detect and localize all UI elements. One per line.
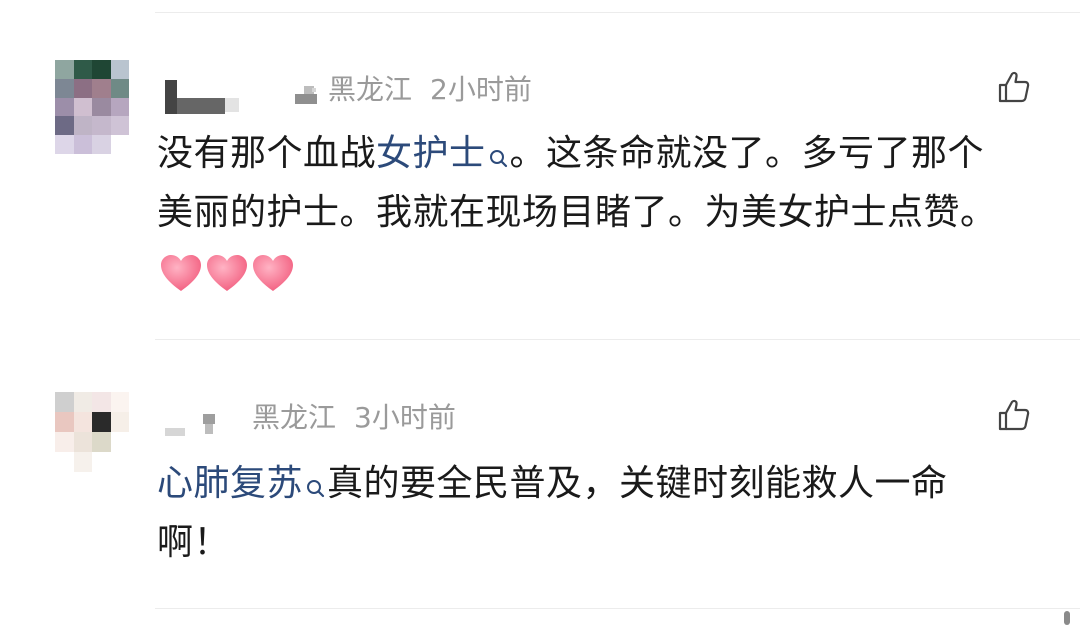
comment-text-before: 没有那个血战 bbox=[157, 133, 377, 174]
comment-meta: 黑龙江 3小时前 bbox=[252, 396, 456, 436]
search-icon[interactable] bbox=[488, 134, 510, 168]
comment-time: 2小时前 bbox=[430, 73, 532, 106]
search-icon[interactable] bbox=[305, 464, 327, 498]
username-blurred[interactable] bbox=[165, 408, 225, 438]
username-blurred[interactable] bbox=[165, 80, 245, 116]
location-tag-icon bbox=[294, 80, 317, 104]
top-divider bbox=[155, 12, 1080, 13]
scrollbar[interactable] bbox=[1064, 611, 1070, 625]
comment-time: 3小时前 bbox=[354, 401, 456, 434]
avatar[interactable] bbox=[55, 392, 129, 472]
thumbs-up-icon bbox=[998, 399, 1030, 431]
topic-link[interactable]: 女护士 bbox=[376, 133, 486, 174]
comment-location: 黑龙江 bbox=[252, 401, 337, 434]
heart-emoji bbox=[207, 255, 247, 291]
comment-text: 没有那个血战女护士 。这条命就没了。多亏了那个美丽的护士。我就在现场目睹了。为美女… bbox=[157, 124, 1017, 301]
comment-meta: 黑龙江 2小时前 bbox=[294, 68, 532, 108]
like-button[interactable] bbox=[997, 398, 1031, 432]
thumbs-up-icon bbox=[998, 71, 1030, 103]
like-button[interactable] bbox=[997, 70, 1031, 104]
topic-link[interactable]: 心肺复苏 bbox=[157, 463, 303, 504]
comment-location: 黑龙江 bbox=[328, 73, 413, 106]
comment-divider bbox=[155, 608, 1080, 609]
comment-divider bbox=[155, 339, 1080, 340]
heart-emoji-group bbox=[157, 251, 295, 292]
comment-text: 心肺复苏 真的要全民普及，关键时刻能救人一命啊！ bbox=[157, 454, 1017, 572]
heart-emoji bbox=[161, 255, 201, 291]
avatar[interactable] bbox=[55, 60, 129, 154]
heart-emoji bbox=[253, 255, 293, 291]
